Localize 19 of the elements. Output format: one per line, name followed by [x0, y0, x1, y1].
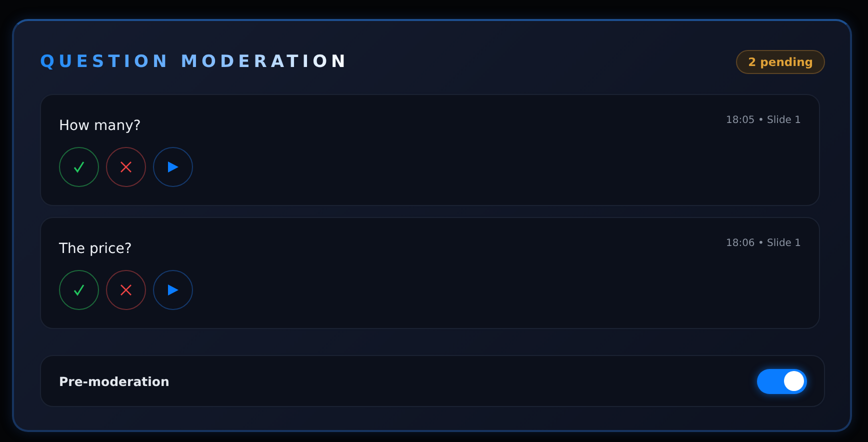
show-button[interactable] [153, 270, 193, 310]
question-text: The price? [59, 241, 132, 257]
check-icon [73, 284, 85, 296]
question-meta: 18:06 • Slide 1 [726, 238, 801, 249]
close-icon [120, 161, 132, 173]
approve-button[interactable] [59, 147, 99, 187]
pending-count: 2 pending [736, 50, 825, 74]
play-icon [167, 284, 179, 296]
play-icon [167, 161, 179, 173]
toggle-switch[interactable] [757, 368, 807, 394]
show-button[interactable] [153, 147, 193, 187]
question-text: How many? [59, 118, 141, 134]
reject-button[interactable] [106, 147, 146, 187]
reject-button[interactable] [106, 270, 146, 310]
close-icon [120, 284, 132, 296]
approve-button[interactable] [59, 270, 99, 310]
check-icon [73, 161, 85, 173]
question-meta: 18:05 • Slide 1 [726, 115, 801, 126]
setting-label: Pre-moderation [59, 374, 170, 388]
